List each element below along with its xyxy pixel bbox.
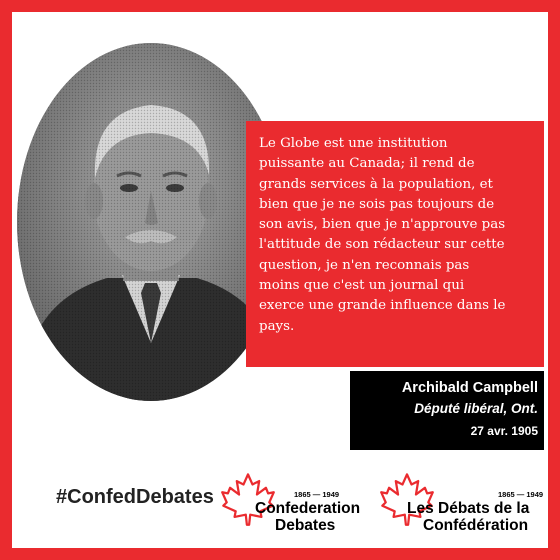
confederation-debates-logo: 1865 — 1949 Confederation Debates [220, 463, 370, 535]
quote-line: Le Globe est une institution [259, 136, 448, 151]
quote-line: moins que c'est un journal qui [259, 278, 465, 294]
logo-years: 1865 — 1949 [294, 490, 340, 499]
maple-leaf-icon [221, 473, 275, 526]
quote-line: grands services à la population, et [259, 176, 493, 192]
speech-date: 27 avr. 1905 [470, 424, 538, 438]
quote-line: l'attitude de son rédacteur sur cette [259, 237, 505, 253]
post-canvas: Le Globe est une institution puissante a… [12, 12, 548, 548]
logo-title-line-2: Debates [275, 517, 336, 534]
logo-title-line-2: Confédération [423, 517, 529, 534]
speaker-name: Archibald Campbell [401, 380, 538, 396]
logo-title-line-1: Les Débats de la [407, 500, 530, 517]
debats-confederation-logo: 1865 — 1949 Les Débats de la Confédérati… [379, 463, 547, 535]
quote-text: Le Globe est une institution puissante a… [259, 134, 537, 337]
attribution-box: Archibald Campbell Député libéral, Ont. … [350, 371, 544, 450]
quote-line: pays. [259, 318, 295, 334]
hashtag[interactable]: #ConfedDebates [56, 486, 214, 509]
quote-line: question, je n'en reconnais pas [259, 257, 470, 273]
quote-line: son avis, bien que je n'approuve pas [259, 217, 506, 233]
quote-line: puissante au Canada; il rend de [259, 156, 475, 172]
portrait-photo [17, 43, 285, 401]
logo-title-line-1: Confederation [255, 500, 361, 517]
speaker-title: Député libéral, Ont. [414, 401, 538, 416]
post-frame: Le Globe est une institution puissante a… [0, 0, 560, 560]
quote-line: exerce une grande influence dans le [259, 298, 506, 314]
logo-years: 1865 — 1949 [498, 490, 544, 499]
quote-line: bien que je ne sois pas toujours de [259, 196, 495, 212]
